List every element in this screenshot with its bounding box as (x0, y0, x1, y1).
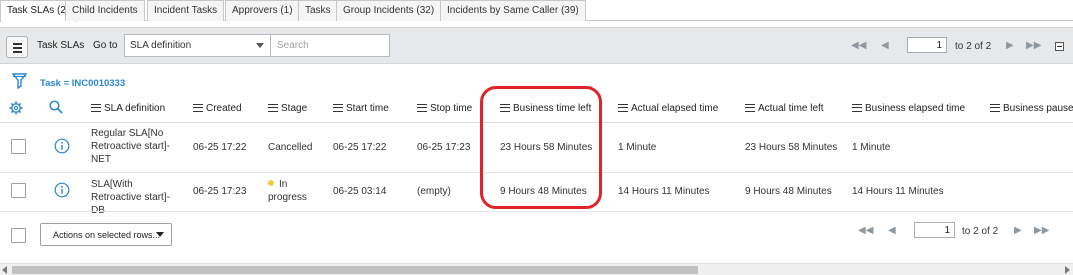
chevron-down-icon (156, 232, 164, 237)
column-menu-icon (852, 104, 862, 112)
column-header-sla-definition[interactable]: SLA definition (91, 103, 165, 114)
column-label: SLA definition (104, 103, 166, 114)
column-menu-icon (417, 104, 427, 112)
select-all-checkbox[interactable] (11, 228, 26, 243)
search-input[interactable]: Search (270, 34, 390, 57)
actions-select[interactable]: Actions on selected rows... (40, 223, 172, 246)
cell-actual-elapsed-time: 1 Minute (618, 142, 657, 153)
cell-business-elapsed-time: 14 Hours 11 Minutes (852, 186, 944, 197)
column-header-actual-time-left[interactable]: Actual time left (745, 103, 824, 114)
column-header-start-time[interactable]: Start time (333, 103, 389, 114)
list-menu-button[interactable] (6, 36, 28, 58)
column-label: Stop time (430, 103, 473, 114)
column-header-actual-elapsed-time[interactable]: Actual elapsed time (618, 103, 718, 114)
column-header-stop-time[interactable]: Stop time (417, 103, 472, 114)
cell-stage: Cancelled (268, 142, 313, 153)
first-page-icon[interactable]: ◀◀ (851, 41, 866, 51)
tab-approvers[interactable]: Approvers (1) (225, 0, 300, 21)
last-page-icon[interactable]: ▶▶ (1026, 41, 1041, 51)
column-menu-icon (268, 104, 278, 112)
gear-icon[interactable] (9, 101, 23, 115)
list-title: Task SLAs (37, 40, 85, 51)
cell-actual-time-left: 23 Hours 58 Minutes (745, 142, 838, 153)
filter-breadcrumb[interactable]: Task = INC0010333 (40, 78, 125, 89)
cell-actual-time-left: 9 Hours 48 Minutes (745, 186, 832, 197)
page-number-input[interactable]: 1 (907, 37, 947, 53)
row-checkbox[interactable] (11, 183, 26, 198)
tab-incidents-same-caller[interactable]: Incidents by Same Caller (39) (440, 0, 586, 21)
column-header-business-pause[interactable]: Business pause (990, 103, 1073, 114)
highlight-annotation (480, 86, 602, 209)
cell-stop-time: 06-25 17:23 (417, 142, 471, 153)
next-page-icon[interactable]: ▶ (1006, 41, 1014, 51)
scrollbar-thumb[interactable] (12, 266, 698, 274)
collapse-icon[interactable] (1055, 42, 1064, 51)
page-range-text: to 2 of 2 (955, 41, 992, 52)
menu-icon-bar (13, 51, 22, 53)
tab-group-incidents[interactable]: Group Incidents (32) (336, 0, 442, 21)
prev-page-icon[interactable]: ◀ (881, 41, 889, 51)
column-label: Business elapsed time (865, 103, 966, 114)
column-menu-icon (745, 104, 755, 112)
goto-field-select[interactable]: SLA definition (124, 34, 271, 57)
cell-business-elapsed-time: 1 Minute (852, 142, 891, 153)
column-menu-icon (91, 104, 101, 112)
info-icon[interactable] (54, 138, 70, 154)
chevron-down-icon (256, 43, 264, 48)
filter-icon[interactable] (12, 72, 27, 89)
column-menu-icon (990, 104, 1000, 112)
column-header-stage[interactable]: Stage (268, 103, 307, 114)
cell-created: 06-25 17:22 (193, 142, 247, 153)
cell-start-time: 06-25 17:22 (333, 142, 387, 153)
tab-child-incidents[interactable]: Child Incidents (65, 0, 145, 21)
column-label: Business pause (1003, 103, 1073, 114)
goto-label: Go to (93, 40, 118, 51)
column-menu-icon (618, 104, 628, 112)
next-page-icon[interactable]: ▶ (1014, 226, 1022, 236)
cell-start-time: 06-25 03:14 (333, 186, 387, 197)
row-checkbox[interactable] (11, 139, 26, 154)
horizontal-scrollbar[interactable] (0, 263, 1073, 275)
first-page-icon[interactable]: ◀◀ (858, 226, 873, 236)
row-divider (0, 211, 1073, 212)
column-label: Start time (346, 103, 389, 114)
last-page-icon[interactable]: ▶▶ (1034, 226, 1049, 236)
info-icon[interactable] (54, 182, 70, 198)
column-menu-icon (333, 104, 343, 112)
menu-icon-bar (13, 47, 22, 49)
prev-page-icon[interactable]: ◀ (888, 226, 896, 236)
actions-label: Actions on selected rows... (53, 230, 161, 240)
cell-created: 06-25 17:23 (193, 186, 247, 197)
page-number-input[interactable]: 1 (914, 222, 955, 238)
column-menu-icon (193, 104, 203, 112)
column-label: Created (206, 103, 242, 114)
list-toolbar: Task SLAs Go to SLA definition Search ◀◀… (0, 27, 1073, 64)
menu-icon (13, 43, 22, 45)
tab-tasks[interactable]: Tasks (298, 0, 338, 21)
column-label: Actual elapsed time (631, 103, 719, 114)
search-icon[interactable] (49, 100, 63, 114)
related-list-tabs: Task SLAs (2) Child Incidents Incident T… (0, 0, 1073, 22)
cell-stop-time: (empty) (417, 186, 451, 197)
column-header-created[interactable]: Created (193, 103, 242, 114)
status-dot (268, 180, 274, 186)
page-range-text: to 2 of 2 (962, 226, 999, 237)
column-label: Actual time left (758, 103, 824, 114)
goto-field-value: SLA definition (130, 40, 192, 51)
scroll-left-icon[interactable] (2, 266, 7, 274)
column-header-business-elapsed-time[interactable]: Business elapsed time (852, 103, 965, 114)
column-label: Stage (281, 103, 308, 114)
cell-sla-definition[interactable]: Regular SLA[No Retroactive start]-NET (91, 127, 181, 166)
cell-stage: In progress (268, 178, 318, 204)
scroll-right-icon[interactable] (1065, 266, 1070, 274)
tab-incident-tasks[interactable]: Incident Tasks (147, 0, 225, 21)
cell-actual-elapsed-time: 14 Hours 11 Minutes (618, 186, 710, 197)
